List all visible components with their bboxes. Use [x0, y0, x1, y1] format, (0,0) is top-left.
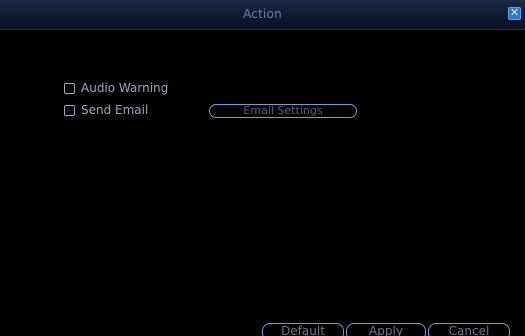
send-email-label: Send Email: [81, 103, 149, 117]
dialog-title: Action: [243, 7, 282, 21]
default-button[interactable]: Default: [262, 323, 344, 336]
send-email-checkbox[interactable]: [64, 104, 75, 116]
action-dialog: Action ✕ Audio Warning Send Email Email …: [0, 0, 525, 336]
audio-warning-label: Audio Warning: [81, 81, 169, 95]
email-settings-button[interactable]: Email Settings: [209, 104, 357, 118]
close-button[interactable]: ✕: [508, 6, 521, 20]
cancel-button[interactable]: Cancel: [428, 323, 510, 336]
audio-warning-option[interactable]: Audio Warning: [64, 80, 168, 96]
send-email-option[interactable]: Send Email: [64, 102, 148, 118]
close-icon: ✕: [509, 6, 520, 19]
title-bar: Action ✕: [0, 0, 525, 30]
apply-button[interactable]: Apply: [346, 323, 426, 336]
audio-warning-checkbox[interactable]: [64, 82, 75, 94]
